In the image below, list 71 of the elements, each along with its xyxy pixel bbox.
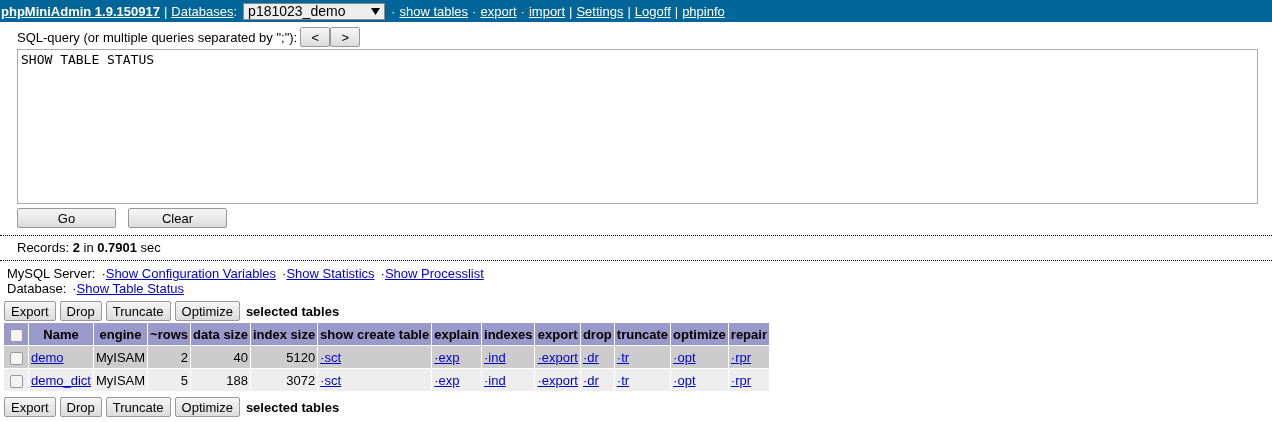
nav-link[interactable]: show tables [399, 3, 469, 19]
action-button[interactable]: Drop [59, 301, 102, 321]
table-cell: 188 [226, 372, 248, 388]
query-label: SQL-query (or multiple queries separated by ";"): [17, 29, 298, 45]
column-header: repair [728, 323, 769, 345]
column-header: index size [250, 323, 318, 345]
column-header: indexes [482, 323, 535, 345]
bullet: · [72, 281, 77, 296]
action-button[interactable]: Export [4, 397, 56, 417]
column-header: optimize [671, 323, 728, 345]
select-all-checkbox[interactable] [9, 328, 23, 342]
separator: · [520, 3, 525, 19]
caret-icon [371, 7, 381, 15]
table-cell: 5120 [286, 349, 316, 365]
action-button[interactable]: Truncate [105, 397, 171, 417]
server-link[interactable]: Show Processlist [384, 266, 484, 281]
query-button[interactable]: Go [17, 208, 116, 228]
separator: | [627, 3, 631, 19]
separator: | [163, 3, 168, 19]
database-label: Database: [7, 281, 67, 296]
action-button[interactable]: Export [4, 301, 56, 321]
separator: · [472, 3, 477, 19]
separator: | [674, 3, 679, 19]
column-header: ~rows [148, 323, 191, 345]
bullet: · [380, 266, 385, 281]
column-header: truncate [614, 323, 671, 345]
separator: · [391, 3, 396, 19]
table-link[interactable]: ·tr [616, 349, 630, 365]
actions-label: selected tables [245, 399, 340, 415]
action-button[interactable]: Optimize [174, 397, 240, 417]
nav-link[interactable]: export [480, 3, 517, 19]
nav-link[interactable]: Settings [576, 3, 624, 19]
table-cell: 5 [180, 372, 189, 388]
action-button[interactable]: Optimize [174, 301, 240, 321]
query-button[interactable]: Clear [128, 208, 227, 228]
table-cell: MyISAM [96, 372, 146, 388]
column-header: show create table [318, 323, 432, 345]
column-header: Name [29, 323, 93, 345]
action-button[interactable]: Drop [59, 397, 102, 417]
column-header: data size [191, 323, 250, 345]
row-checkbox[interactable] [9, 374, 23, 388]
column-header: engine [94, 323, 148, 345]
separator: | [569, 3, 573, 19]
bullet: · [101, 266, 106, 281]
nav-link[interactable]: phpinfo [682, 3, 725, 19]
history-button[interactable]: < [300, 27, 331, 47]
bullet: · [282, 266, 287, 281]
colon: : [233, 3, 238, 19]
nav-link[interactable]: import [528, 3, 566, 19]
table-link[interactable]: ·tr [616, 372, 630, 388]
server-label: MySQL Server: [7, 266, 96, 281]
table-cell: 3072 [286, 372, 316, 388]
action-button[interactable]: Truncate [105, 301, 171, 321]
query-textarea[interactable]: SHOW TABLE STATUS [17, 49, 1258, 204]
column-header: drop [580, 323, 614, 345]
table-link[interactable]: ·sct [320, 372, 342, 388]
server-link[interactable]: Show Statistics [286, 266, 375, 281]
table-link[interactable]: ·sct [320, 349, 342, 365]
actions-label: selected tables [245, 303, 340, 319]
history-button[interactable]: > [330, 27, 361, 47]
nav-link[interactable]: Logoff [634, 3, 671, 19]
table-cell: 40 [233, 349, 248, 365]
column-header: explain [432, 323, 481, 345]
table-cell: MyISAM [96, 349, 146, 365]
database-link[interactable]: Show Table Status [76, 281, 185, 296]
records-info: Records: 2 in 0.7901 sec [17, 240, 161, 255]
table-cell: 2 [180, 349, 189, 365]
row-checkbox[interactable] [9, 351, 23, 365]
column-header: export [535, 323, 580, 345]
app-title-link[interactable]: phpMiniAdmin 1.9.150917 [1, 3, 160, 19]
database-select[interactable]: p181023_demo [243, 2, 386, 20]
